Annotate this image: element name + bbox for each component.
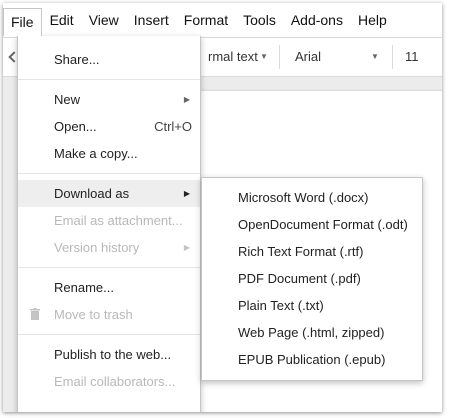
- menu-insert[interactable]: Insert: [127, 7, 176, 33]
- menu-item-rename[interactable]: Rename...: [18, 274, 200, 301]
- menu-item-email-attachment: Email as attachment...: [18, 207, 200, 234]
- menu-item-share[interactable]: Share...: [18, 46, 200, 73]
- menu-item-make-copy[interactable]: Make a copy...: [18, 140, 200, 167]
- menu-item-label: Publish to the web...: [54, 347, 172, 362]
- menu-view[interactable]: View: [82, 7, 126, 33]
- menu-item-open[interactable]: Open... Ctrl+O: [18, 113, 200, 140]
- font-size-select[interactable]: 11: [405, 38, 419, 76]
- menu-item-label: Open...: [54, 119, 97, 134]
- download-txt[interactable]: Plain Text (.txt): [202, 292, 422, 319]
- download-epub[interactable]: EPUB Publication (.epub): [202, 346, 422, 373]
- menu-item-label: New: [54, 92, 81, 107]
- menu-divider: [18, 334, 200, 335]
- menu-divider: [18, 79, 200, 80]
- menu-item-label: Email as attachment...: [54, 213, 183, 228]
- menu-item-new[interactable]: New ▶: [18, 86, 200, 113]
- download-html[interactable]: Web Page (.html, zipped): [202, 319, 422, 346]
- menu-item-move-to-trash: Move to trash: [18, 301, 200, 328]
- menu-item-label: Share...: [54, 52, 100, 67]
- menu-help[interactable]: Help: [351, 7, 394, 33]
- trash-icon: [30, 308, 40, 320]
- menu-file[interactable]: File: [3, 8, 42, 36]
- paragraph-style-select[interactable]: rmal text: [208, 38, 258, 76]
- download-odt[interactable]: OpenDocument Format (.odt): [202, 211, 422, 238]
- menu-item-publish[interactable]: Publish to the web...: [18, 341, 200, 368]
- font-select[interactable]: Arial: [295, 38, 321, 76]
- shortcut-label: Ctrl+O: [154, 119, 192, 134]
- download-docx[interactable]: Microsoft Word (.docx): [202, 184, 422, 211]
- toolbar-divider: [279, 45, 280, 69]
- submenu-arrow-icon: ▶: [183, 243, 190, 252]
- menu-bar: File Edit View Insert Format Tools Add-o…: [3, 3, 442, 37]
- menu-item-label: Rename...: [54, 280, 114, 295]
- download-as-submenu: Microsoft Word (.docx) OpenDocument Form…: [201, 177, 423, 381]
- menu-format[interactable]: Format: [177, 7, 235, 33]
- menu-item-download-as[interactable]: Download as ▶: [18, 180, 200, 207]
- submenu-arrow-icon: ▶: [183, 95, 190, 104]
- app-window: File Edit View Insert Format Tools Add-o…: [3, 3, 442, 412]
- menu-item-label: Version history: [54, 240, 140, 255]
- menu-item-label: Download as: [54, 186, 130, 201]
- menu-edit[interactable]: Edit: [43, 7, 81, 33]
- submenu-arrow-icon: ▶: [183, 189, 190, 198]
- chevron-down-icon[interactable]: ▼: [371, 38, 379, 76]
- menu-item-email-collaborators: Email collaborators...: [18, 368, 200, 395]
- menu-divider: [18, 267, 200, 268]
- toolbar-divider: [392, 45, 393, 69]
- chevron-down-icon[interactable]: ▼: [260, 38, 268, 76]
- download-rtf[interactable]: Rich Text Format (.rtf): [202, 238, 422, 265]
- menu-item-label: Move to trash: [54, 307, 133, 322]
- menu-item-label: Email collaborators...: [54, 374, 176, 389]
- menu-tools[interactable]: Tools: [236, 7, 283, 33]
- menu-item-label: Make a copy...: [54, 146, 138, 161]
- menu-item-version-history: Version history ▶: [18, 234, 200, 261]
- file-menu-dropdown: Share... New ▶ Open... Ctrl+O Make a cop…: [17, 36, 201, 412]
- download-pdf[interactable]: PDF Document (.pdf): [202, 265, 422, 292]
- menu-addons[interactable]: Add-ons: [284, 7, 350, 33]
- menu-divider: [18, 173, 200, 174]
